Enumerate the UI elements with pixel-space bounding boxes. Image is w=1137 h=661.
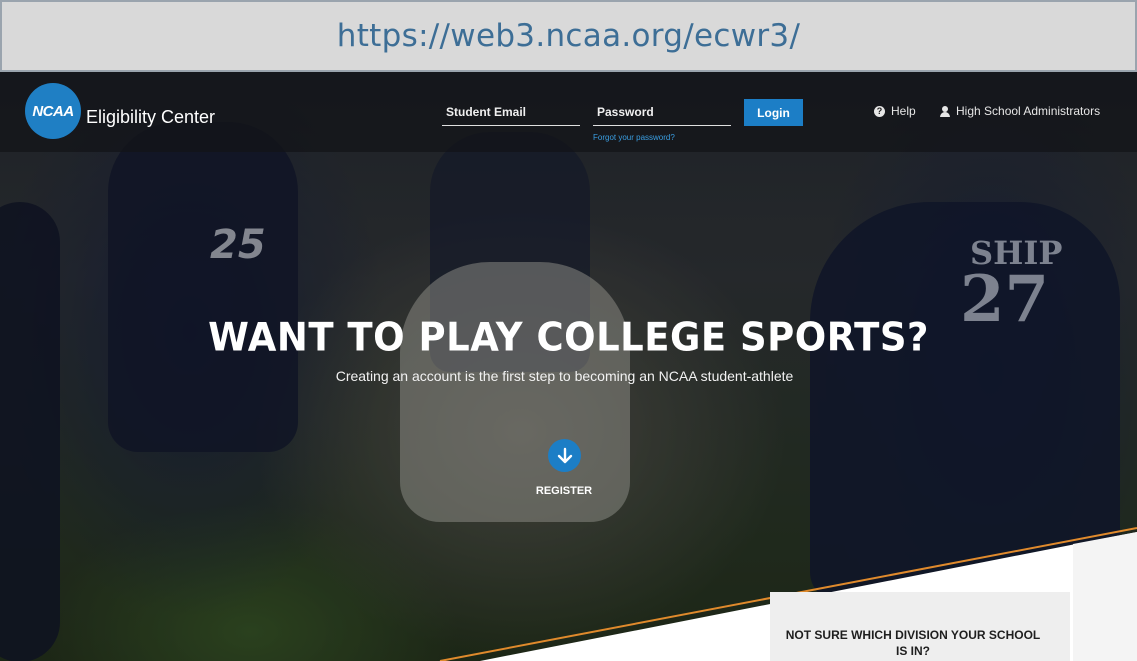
panel-side: [1073, 532, 1137, 661]
admin-label: High School Administrators: [956, 104, 1101, 118]
register-label[interactable]: REGISTER: [514, 485, 614, 497]
diagonal-panel: [439, 527, 1137, 661]
logo-text: NCAA: [32, 102, 74, 120]
help-link[interactable]: ? Help: [874, 104, 916, 118]
login-button[interactable]: Login: [744, 99, 803, 126]
question-circle-icon: ?: [874, 105, 885, 117]
forgot-password-link[interactable]: Forgot your password?: [593, 133, 675, 142]
hero-section: 25 SHIP 27 NCAA Eligibility Center Forgo…: [0, 72, 1137, 661]
url-text: https://web3.ncaa.org/ecwr3/: [336, 18, 801, 54]
hero-headline: WANT TO PLAY COLLEGE SPORTS?: [208, 314, 929, 361]
password-field[interactable]: [593, 99, 731, 125]
hero-subline: Creating an account is the first step to…: [335, 368, 794, 384]
address-bar[interactable]: https://web3.ncaa.org/ecwr3/: [0, 0, 1137, 72]
ncaa-logo[interactable]: NCAA: [25, 83, 81, 139]
register-button[interactable]: [548, 439, 581, 472]
help-label: Help: [891, 104, 916, 118]
email-field-wrapper: [442, 99, 580, 126]
admin-link[interactable]: High School Administrators: [940, 104, 1100, 118]
email-field[interactable]: [442, 99, 580, 125]
password-field-wrapper: [593, 99, 731, 126]
arrow-down-icon: [557, 447, 572, 463]
top-navigation: NCAA Eligibility Center Forgot your pass…: [0, 72, 1137, 152]
brand-title: Eligibility Center: [86, 107, 216, 127]
user-icon: [940, 105, 950, 117]
division-panel-title: NOT SURE WHICH DIVISION YOUR SCHOOL IS I…: [785, 628, 1041, 658]
